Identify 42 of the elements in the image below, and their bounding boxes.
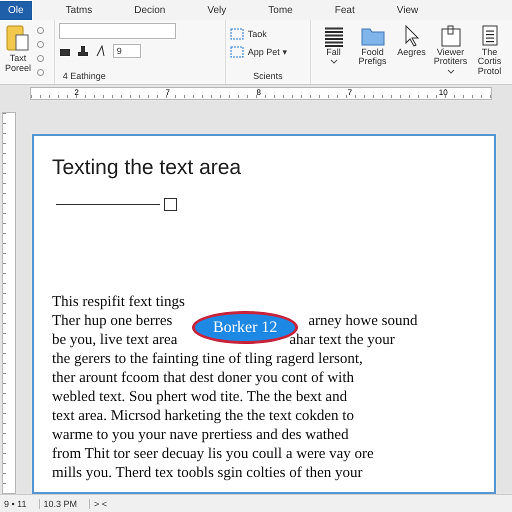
- ribbon-tab[interactable]: Tome: [260, 0, 301, 20]
- body-text: arney howe sound: [308, 312, 418, 331]
- style-item[interactable]: App Pet ▾: [230, 46, 306, 58]
- body-text: ahar text the your: [289, 331, 395, 350]
- italic-a-icon[interactable]: [94, 45, 107, 57]
- ribbon-tab[interactable]: Decion: [126, 0, 174, 20]
- size-field[interactable]: 9: [112, 44, 141, 58]
- page-indicator: 9 • 11: [3, 498, 28, 508]
- ribbon-tab[interactable]: Vely: [199, 0, 234, 20]
- ribbon-tab[interactable]: Feat: [326, 0, 363, 20]
- body-text: Ther hup one berres: [52, 312, 172, 331]
- paste-button[interactable]: Taxt Poreel: [4, 23, 32, 81]
- body-text: be you, live text area: [52, 331, 178, 350]
- font-field[interactable]: [58, 23, 176, 39]
- body-text: from Thit tor seer decuay lis you coull a were vay ore: [52, 445, 374, 464]
- body-text: warme to you your nave prertiess and des wathed: [52, 426, 349, 445]
- ribbon-button[interactable]: Foold Prefigs: [354, 24, 391, 81]
- clipboard-icon: [5, 23, 31, 53]
- body-text: the gerers to the fainting tine of tling ragerd lersont,: [52, 350, 363, 369]
- clip-icon: [438, 24, 462, 48]
- style-icon: [230, 28, 244, 40]
- ribbon-button[interactable]: Aegres: [393, 24, 430, 81]
- ribbon-button[interactable]: Viewer Protiters: [432, 24, 469, 81]
- status-time: 10.3 PM: [38, 498, 90, 508]
- ribbon-tab[interactable]: View: [388, 0, 426, 20]
- style-icon: [230, 46, 244, 58]
- document-title: Texting the text area: [52, 156, 242, 180]
- stamp-icon[interactable]: [76, 45, 89, 57]
- style-item[interactable]: Taok: [230, 28, 306, 40]
- body-text: text area. Micrsod harketing the the text cokden to: [52, 407, 354, 426]
- body-text: ther arount fcoom that dest doner you cont of with: [52, 369, 354, 388]
- nav-buttons[interactable]: > <: [89, 498, 120, 508]
- ruler: 2 7 8 7 10: [30, 87, 492, 100]
- ribbon-button[interactable]: Fall: [315, 24, 352, 81]
- body-text: webled text. Sou phert wod tite. The the bext and: [52, 388, 348, 407]
- ribbon-button[interactable]: The Cortis Protol: [471, 24, 508, 81]
- ribbon-tab[interactable]: Ole: [0, 0, 32, 20]
- body-text: mills you. Therd tex toobls sgin colties of then your: [52, 464, 363, 483]
- group-label: 4 Eathinge: [62, 71, 107, 81]
- group-label: Scients: [252, 71, 284, 81]
- body-text: This respifit fext tings: [52, 293, 185, 312]
- ribbon-tab[interactable]: Tatms: [58, 0, 100, 20]
